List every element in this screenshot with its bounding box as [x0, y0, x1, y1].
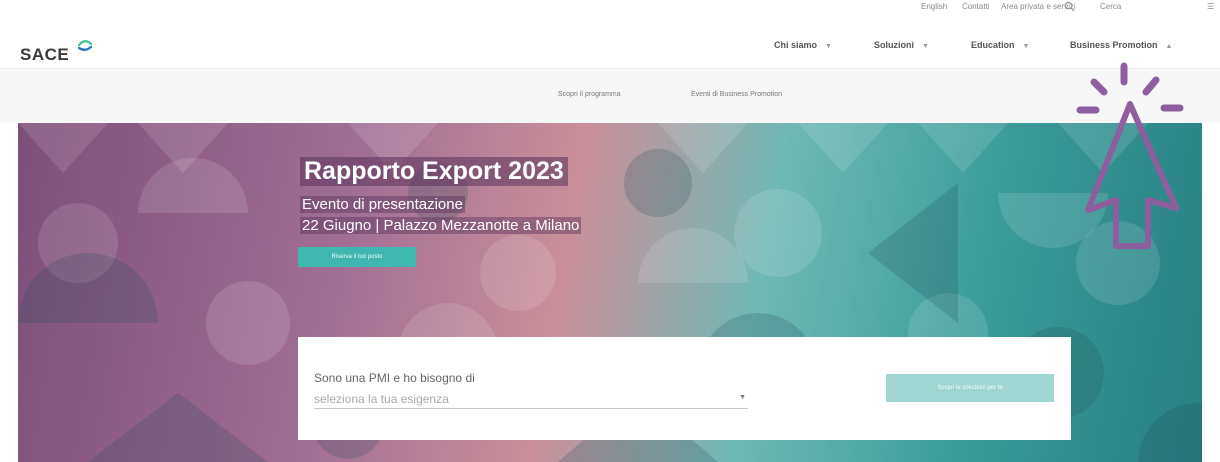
- subnav-bar: Scopri il programma Eventi di Business P…: [0, 69, 1220, 123]
- nav-label: Soluzioni: [874, 40, 914, 50]
- utility-bar: English Contatti Area privata e servizi …: [0, 0, 1220, 18]
- sace-logo[interactable]: SACE: [20, 40, 100, 66]
- need-select[interactable]: seleziona la tua esigenza ▼: [314, 390, 748, 409]
- select-placeholder: seleziona la tua esigenza: [314, 392, 449, 406]
- chevron-down-icon: ▼: [922, 43, 929, 50]
- utility-link-english[interactable]: English: [921, 2, 947, 11]
- menu-icon[interactable]: ☰: [1207, 2, 1214, 11]
- nav-chi-siamo[interactable]: Chi siamo ▼: [774, 40, 832, 50]
- nav-soluzioni[interactable]: Soluzioni ▼: [874, 40, 929, 50]
- solution-finder-card: Sono una PMI e ho bisogno di seleziona l…: [298, 337, 1071, 440]
- main-header: SACE: [0, 18, 1220, 69]
- chevron-down-icon: ▼: [739, 394, 746, 401]
- nav-label: Chi siamo: [774, 40, 818, 50]
- utility-link-contacts[interactable]: Contatti: [962, 2, 990, 11]
- chevron-down-icon: ▼: [1022, 43, 1030, 50]
- nav-business-promotion[interactable]: Business Promotion ▲: [1070, 40, 1172, 50]
- hero-subtitle-date: 22 Giugno | Palazzo Mezzanotte a Milano: [300, 217, 582, 234]
- subnav-item-programma[interactable]: Scopri il programma: [558, 91, 621, 98]
- chevron-down-icon: ▼: [825, 43, 832, 50]
- nav-label: Education: [971, 40, 1015, 50]
- hero-subtitle-event: Evento di presentazione: [300, 196, 465, 213]
- finder-label: Sono una PMI e ho bisogno di: [314, 371, 475, 385]
- hero-title: Rapporto Export 2023: [300, 157, 568, 186]
- utility-link-search[interactable]: Cerca: [1100, 2, 1121, 11]
- logo-mark-icon: [78, 40, 92, 51]
- logo-text: SACE: [20, 45, 70, 64]
- nav-education[interactable]: Education ▼: [971, 40, 1029, 50]
- subnav-item-eventi[interactable]: Eventi di Business Promotion: [691, 91, 782, 98]
- chevron-up-icon: ▲: [1165, 43, 1173, 50]
- nav-label: Business Promotion: [1070, 40, 1158, 50]
- search-icon[interactable]: [1064, 1, 1075, 12]
- discover-solutions-button[interactable]: Scopri le soluzioni per te: [886, 374, 1054, 402]
- reserve-seat-button[interactable]: Riserva il tuo posto: [298, 247, 416, 267]
